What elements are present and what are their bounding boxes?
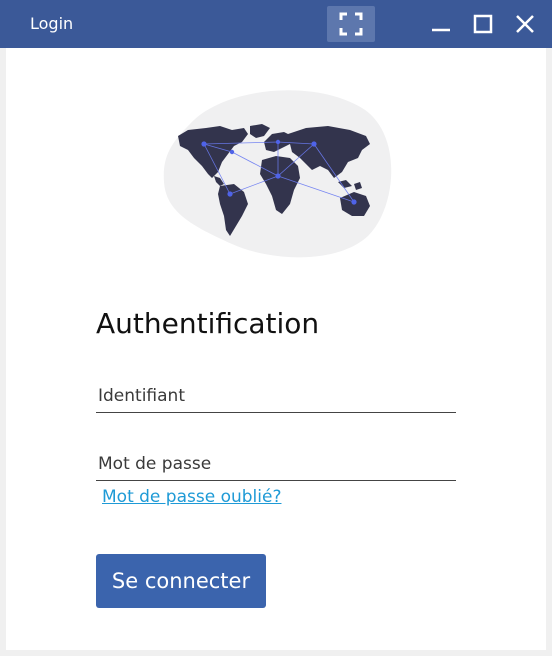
fullscreen-button[interactable] bbox=[327, 6, 375, 42]
maximize-icon bbox=[473, 14, 493, 34]
title-bar[interactable]: Login bbox=[0, 0, 552, 48]
login-window: Login Authentification Identifiant Mot d… bbox=[0, 0, 552, 656]
forgot-password-link[interactable]: Mot de passe oublié? bbox=[102, 486, 281, 508]
window-title: Login bbox=[30, 14, 74, 33]
password-input[interactable] bbox=[96, 447, 456, 481]
minimize-button[interactable] bbox=[426, 9, 456, 39]
username-input[interactable] bbox=[96, 379, 456, 413]
maximize-button[interactable] bbox=[468, 9, 498, 39]
login-button[interactable]: Se connecter bbox=[96, 554, 266, 608]
world-map-network-icon bbox=[163, 90, 392, 258]
page-title: Authentification bbox=[96, 307, 320, 340]
login-panel: Authentification Mot de passe oublié? Se… bbox=[6, 48, 546, 650]
minimize-icon bbox=[432, 28, 450, 32]
fullscreen-icon bbox=[339, 12, 363, 36]
close-icon bbox=[516, 15, 534, 33]
close-button[interactable] bbox=[510, 9, 540, 39]
